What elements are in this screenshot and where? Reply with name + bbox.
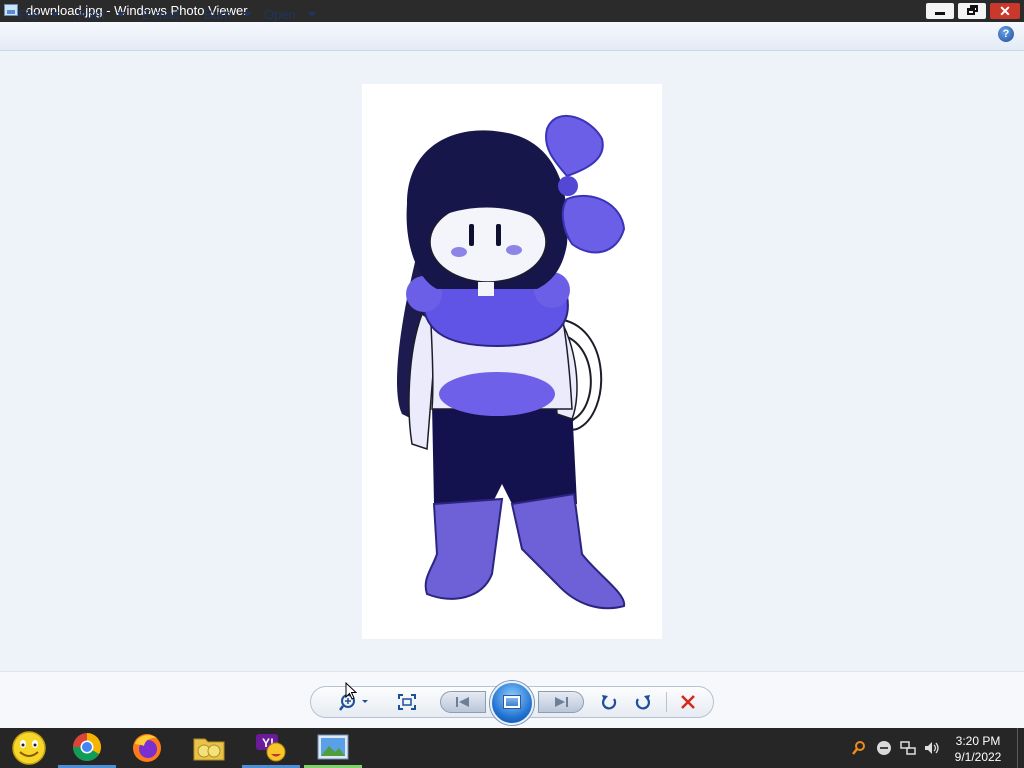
menu-email[interactable]: E-mail [142, 7, 179, 22]
next-icon [552, 696, 570, 708]
rotate-clockwise-icon[interactable] [634, 693, 652, 711]
taskbar-firefox[interactable] [118, 728, 176, 768]
taskbar-yahoo-messenger[interactable]: Y! [242, 728, 300, 768]
mouse-cursor-icon [345, 682, 357, 700]
delete-icon[interactable] [679, 693, 697, 711]
menu-open-label: Open [264, 7, 296, 22]
photo-viewer-icon [317, 734, 349, 759]
file-explorer-icon [193, 738, 225, 761]
taskbar-messenger[interactable] [0, 728, 58, 768]
show-desktop-button[interactable] [1017, 728, 1018, 768]
menu-open[interactable]: Open [264, 7, 316, 22]
close-button[interactable]: ✕ [990, 3, 1020, 19]
taskbar-clock[interactable]: 3:20 PM 9/1/2022 [946, 733, 1010, 765]
network-icon[interactable] [900, 740, 916, 756]
restore-button[interactable] [958, 3, 986, 19]
menu-file[interactable]: File [18, 7, 59, 22]
rotate-counterclockwise-icon[interactable] [600, 693, 618, 711]
messenger-smiley-icon [12, 731, 46, 765]
status-icon[interactable] [876, 740, 892, 756]
clock-time: 3:20 PM [955, 734, 1001, 748]
slideshow-button[interactable] [490, 681, 534, 725]
actual-size-icon[interactable] [398, 694, 416, 710]
chrome-icon [73, 732, 101, 761]
photo-viewer-app-icon[interactable] [4, 4, 18, 16]
chevron-down-icon [243, 12, 252, 17]
menu-print[interactable]: Print [78, 7, 125, 22]
menu-burn[interactable]: Burn [204, 7, 252, 22]
clock-date: 9/1/2022 [954, 750, 1002, 764]
previous-icon [454, 696, 472, 708]
minimize-button[interactable] [926, 3, 954, 19]
taskbar-photo-viewer[interactable] [304, 728, 362, 768]
yahoo-messenger-icon: Y! [256, 733, 286, 761]
chevron-down-icon [50, 12, 59, 17]
menu-email-label: E-mail [142, 7, 179, 22]
menu-bar [0, 22, 1024, 51]
help-icon[interactable]: ? [998, 26, 1014, 42]
chevron-down-icon [116, 12, 125, 17]
firefox-icon [133, 734, 161, 762]
taskbar-chrome[interactable] [58, 728, 116, 768]
displayed-image [362, 84, 662, 639]
slideshow-icon [503, 695, 521, 709]
menu-burn-label: Burn [204, 7, 232, 22]
menu-file-label: File [18, 7, 39, 22]
character-illustration [397, 114, 626, 610]
search-icon[interactable] [851, 740, 867, 756]
menu-print-label: Print [78, 7, 105, 22]
taskbar-file-explorer[interactable] [180, 728, 238, 768]
volume-icon[interactable] [924, 740, 940, 756]
control-divider [666, 692, 667, 712]
chevron-down-icon [307, 12, 316, 17]
